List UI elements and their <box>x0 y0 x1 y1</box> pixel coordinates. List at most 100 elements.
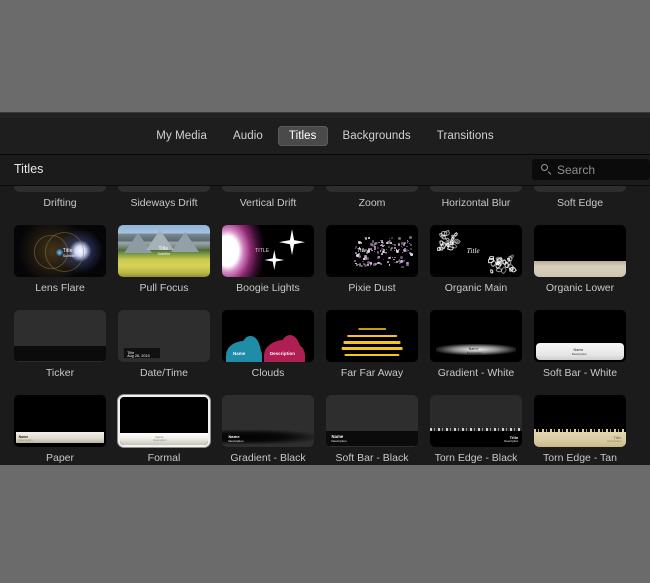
title-label: Soft Bar - Black <box>335 452 409 464</box>
title-cell[interactable]: Title Pixie Dust <box>320 225 424 310</box>
dust-particle <box>374 248 377 251</box>
title-label: Ticker <box>45 367 75 379</box>
title-thumbnail[interactable] <box>534 225 626 277</box>
thumbnail-art-pixie-dust: Title <box>326 225 418 277</box>
title-thumbnail[interactable]: Name Description <box>14 395 106 447</box>
title-thumbnail[interactable]: Name Description <box>222 310 314 362</box>
title-label: Date/Time <box>139 367 189 379</box>
title-cell[interactable]: Horizontal Blur <box>424 186 528 225</box>
title-cell[interactable]: Name Description Gradient - Black <box>216 395 320 465</box>
dust-particle <box>388 237 390 239</box>
tab-audio[interactable]: Audio <box>222 126 274 146</box>
thumbnail-art-organic-main: Title <box>430 225 522 277</box>
title-thumbnail[interactable]: Title Aug 26, 2019 <box>118 310 210 362</box>
thumbnail-art-torn-edge-black: Title Description <box>430 395 522 447</box>
tab-backgrounds[interactable]: Backgrounds <box>332 126 422 146</box>
tab-my-media[interactable]: My Media <box>145 126 218 146</box>
tab-titles[interactable]: Titles <box>277 126 328 146</box>
title-cell[interactable]: Organic Lower <box>528 225 632 310</box>
dust-particle <box>409 236 413 240</box>
dust-particle <box>401 251 403 253</box>
title-cell[interactable]: Name Description Soft Bar - Black <box>320 395 424 465</box>
thumbnail-art-organic-lower <box>534 225 626 277</box>
title-thumbnail[interactable]: Title <box>326 225 418 277</box>
title-cell[interactable]: Title Subtitle Lens Flare <box>8 225 112 310</box>
title-cell[interactable]: Name Description Paper <box>8 395 112 465</box>
browser-header: Titles <box>0 155 650 186</box>
title-thumbnail[interactable]: Name Description <box>326 395 418 447</box>
title-thumbnail[interactable]: Name Description <box>430 310 522 362</box>
search-icon <box>541 164 552 175</box>
tab-transitions[interactable]: Transitions <box>426 126 505 146</box>
title-thumbnail[interactable]: Title <box>430 225 522 277</box>
title-thumbnail[interactable] <box>326 310 418 362</box>
title-cell[interactable]: Drifting <box>8 186 112 225</box>
dust-particle <box>370 261 372 263</box>
title-label: Soft Bar - White <box>542 367 618 379</box>
search-box[interactable] <box>532 159 650 180</box>
title-cell[interactable]: TITLE Boogie Lights <box>216 225 320 310</box>
dust-particle <box>366 257 370 261</box>
dust-particle <box>364 237 368 240</box>
title-thumbnail[interactable]: Title Subtitle <box>118 225 210 277</box>
crawl-text-line <box>358 327 386 331</box>
dust-particle <box>389 264 391 266</box>
title-cell[interactable]: Title Subtitle Pull Focus <box>112 225 216 310</box>
title-thumbnail[interactable]: Name Description <box>534 310 626 362</box>
title-thumbnail[interactable] <box>14 186 106 192</box>
dust-particle <box>366 260 370 264</box>
title-cell[interactable]: Far Far Away <box>320 310 424 395</box>
thumbnail-art-soft-bar-black: Name Description <box>326 395 418 447</box>
dust-particle <box>374 250 376 252</box>
title-thumbnail[interactable]: Name Description <box>222 395 314 447</box>
title-cell[interactable]: Vertical Drift <box>216 186 320 225</box>
dust-particle <box>387 256 391 260</box>
dust-particle <box>406 240 408 242</box>
title-cell[interactable]: Soft Edge <box>528 186 632 225</box>
title-thumbnail[interactable]: Title Subtitle <box>14 225 106 277</box>
title-cell[interactable]: Title Organic Main <box>424 225 528 310</box>
title-label: Vertical Drift <box>239 197 297 209</box>
title-cell[interactable]: Title Description Torn Edge - Black <box>424 395 528 465</box>
thumbnail-art-boogie-lights: TITLE <box>222 225 314 277</box>
title-thumbnail[interactable] <box>534 186 626 192</box>
title-thumbnail[interactable] <box>430 186 522 192</box>
title-label: Organic Lower <box>545 282 615 294</box>
dust-particle <box>410 254 413 257</box>
title-cell[interactable]: Name Description Clouds <box>216 310 320 395</box>
thumbnail-art-lens-flare: Title Subtitle <box>14 225 106 277</box>
organic-flourish <box>436 246 442 251</box>
title-thumbnail[interactable] <box>222 186 314 192</box>
dust-particle <box>368 237 370 239</box>
dust-particle <box>409 247 413 251</box>
title-thumbnail[interactable]: Title Description <box>430 395 522 447</box>
title-thumbnail[interactable]: TITLE <box>222 225 314 277</box>
dust-particle <box>383 245 386 247</box>
formal-plate <box>120 433 208 445</box>
title-thumbnail[interactable]: Title Description <box>534 395 626 447</box>
soft-bar <box>535 343 625 360</box>
title-thumbnail[interactable]: Name Description <box>118 395 210 447</box>
sparkle-star <box>279 229 306 256</box>
title-cell[interactable]: Zoom <box>320 186 424 225</box>
title-thumbnail[interactable] <box>14 310 106 362</box>
title-cell[interactable]: Sideways Drift <box>112 186 216 225</box>
title-cell[interactable]: Name Description Gradient - White <box>424 310 528 395</box>
title-thumbnail[interactable] <box>118 186 210 192</box>
search-input[interactable] <box>557 162 643 177</box>
dust-particle <box>393 244 396 246</box>
dust-particle <box>389 247 393 251</box>
title-cell[interactable]: Name Description Formal <box>112 395 216 465</box>
title-thumbnail[interactable] <box>326 186 418 192</box>
title-label: Paper <box>45 452 75 464</box>
title-label: Sideways Drift <box>130 197 198 209</box>
thumb-title-text: Title <box>466 247 480 256</box>
titles-grid-scroll[interactable]: Drifting Sideways Drift Vertical Drift Zoom… <box>0 186 650 465</box>
title-cell[interactable]: Title Aug 26, 2019 Date/Time <box>112 310 216 395</box>
title-cell[interactable]: Title Description Torn Edge - Tan <box>528 395 632 465</box>
thumbnail-art-placeholder <box>118 186 210 192</box>
dust-particle <box>361 250 364 252</box>
title-cell[interactable]: Name Description Soft Bar - White <box>528 310 632 395</box>
dust-particle <box>369 265 372 267</box>
title-cell[interactable]: Ticker <box>8 310 112 395</box>
